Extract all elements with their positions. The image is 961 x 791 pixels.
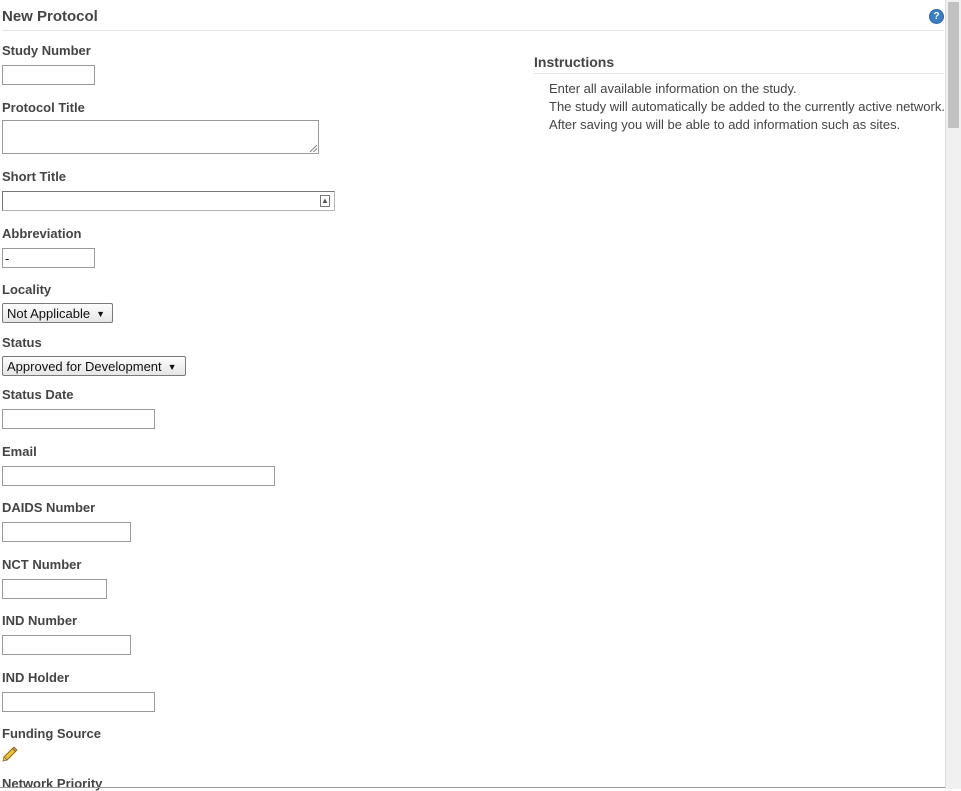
status-label: Status bbox=[2, 335, 42, 350]
protocol-title-label: Protocol Title bbox=[2, 100, 85, 115]
instructions-list: Enter all available information on the s… bbox=[549, 80, 945, 134]
locality-select[interactable]: Not Applicable ▼ bbox=[2, 303, 113, 323]
email-input[interactable] bbox=[2, 466, 275, 486]
status-date-input[interactable] bbox=[2, 409, 155, 429]
divider bbox=[0, 787, 945, 788]
page-header: New Protocol ? bbox=[2, 0, 944, 31]
short-title-label: Short Title bbox=[2, 169, 67, 184]
instruction-line: The study will automatically be added to… bbox=[549, 99, 945, 114]
page-title: New Protocol bbox=[2, 8, 98, 25]
daids-number-input[interactable] bbox=[2, 522, 131, 542]
short-title-input[interactable]: ▲ bbox=[2, 191, 335, 211]
pencil-icon[interactable] bbox=[2, 746, 18, 762]
scrollbar-thumb[interactable] bbox=[948, 2, 959, 128]
instruction-line: Enter all available information on the s… bbox=[549, 81, 797, 96]
ind-number-input[interactable] bbox=[2, 635, 131, 655]
contact-card-icon[interactable]: ▲ bbox=[320, 195, 330, 207]
ind-holder-label: IND Holder bbox=[2, 670, 70, 685]
study-number-label: Study Number bbox=[2, 43, 91, 58]
ind-holder-input[interactable] bbox=[2, 692, 155, 712]
chevron-down-icon: ▼ bbox=[167, 362, 177, 372]
locality-label: Locality bbox=[2, 282, 52, 297]
status-select[interactable]: Approved for Development ▼ bbox=[2, 356, 186, 376]
abbreviation-input[interactable] bbox=[2, 248, 95, 268]
study-number-input[interactable] bbox=[2, 65, 95, 85]
status-date-label: Status Date bbox=[2, 387, 74, 402]
daids-number-label: DAIDS Number bbox=[2, 500, 96, 515]
email-label: Email bbox=[2, 444, 37, 459]
help-icon[interactable]: ? bbox=[929, 9, 944, 24]
instructions-title: Instructions bbox=[534, 54, 944, 74]
locality-selected-value: Not Applicable bbox=[7, 306, 91, 321]
vertical-scrollbar[interactable] bbox=[945, 0, 961, 789]
ind-number-label: IND Number bbox=[2, 613, 78, 628]
resize-grip-icon[interactable] bbox=[310, 145, 317, 152]
nct-number-label: NCT Number bbox=[2, 557, 82, 572]
chevron-down-icon: ▼ bbox=[96, 309, 106, 319]
instructions-panel: Instructions Enter all available informa… bbox=[534, 54, 945, 132]
instruction-line: After saving you will be able to add inf… bbox=[549, 117, 901, 132]
abbreviation-label: Abbreviation bbox=[2, 226, 82, 241]
protocol-title-textarea[interactable] bbox=[2, 120, 319, 154]
status-selected-value: Approved for Development bbox=[7, 359, 162, 374]
funding-source-label: Funding Source bbox=[2, 726, 101, 741]
nct-number-input[interactable] bbox=[2, 579, 107, 599]
